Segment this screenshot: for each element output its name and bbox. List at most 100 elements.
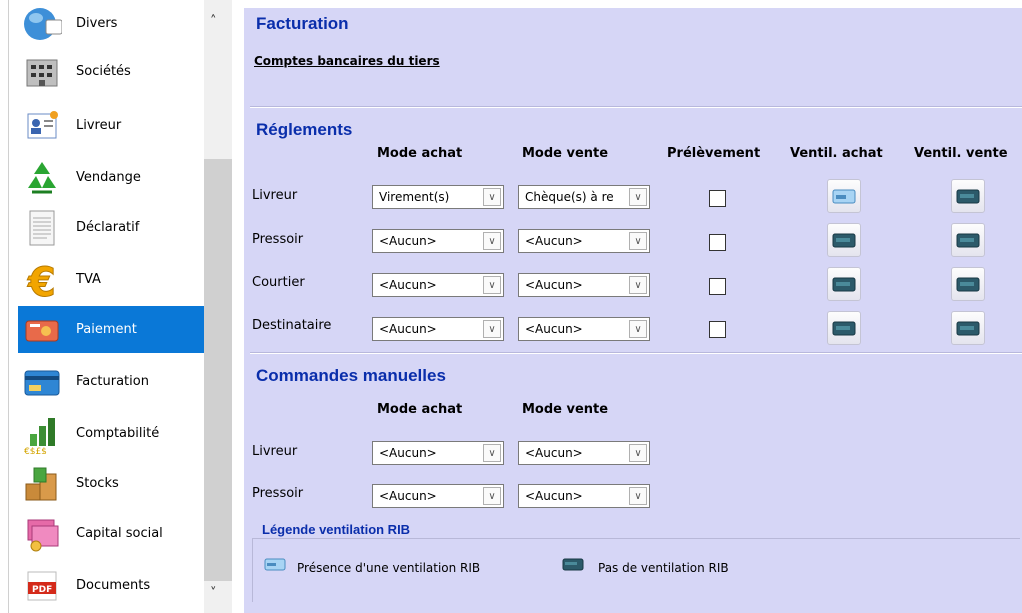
mode-achat-select[interactable]: <Aucun> ∨ [372, 441, 504, 465]
select-value: <Aucun> [379, 446, 437, 460]
select-value: <Aucun> [379, 278, 437, 292]
scroll-down-icon[interactable]: ˅ [210, 586, 217, 601]
scroll-up-icon[interactable]: ˄ [210, 14, 217, 29]
mode-achat-select[interactable]: <Aucun> ∨ [372, 229, 504, 253]
sidebar-item-label: Capital social [76, 526, 163, 541]
section-divider [250, 106, 1022, 108]
sidebar-item-documents[interactable]: PDF Documents [18, 562, 204, 609]
mode-vente-header: Mode vente [522, 402, 609, 417]
mode-achat-select[interactable]: <Aucun> ∨ [372, 484, 504, 508]
mode-vente-select[interactable]: Chèque(s) à re ∨ [518, 185, 650, 209]
sidebar-item-comptabilite[interactable]: €$£$ Comptabilité [18, 410, 204, 457]
ventil-vente-button[interactable] [951, 267, 985, 301]
sidebar-item-facturation[interactable]: Facturation [18, 358, 204, 405]
chevron-down-icon[interactable]: ∨ [483, 444, 501, 462]
sidebar-item-divers[interactable]: Divers [18, 0, 204, 47]
select-value: <Aucun> [379, 322, 437, 336]
sidebar-item-vendange[interactable]: Vendange [18, 154, 204, 201]
legend-title: Légende ventilation RIB [258, 522, 415, 537]
prelevement-checkbox[interactable] [709, 278, 726, 295]
person-card-icon [20, 106, 64, 146]
rib-absence-icon [562, 558, 584, 571]
mode-achat-select[interactable]: Virement(s) ∨ [372, 185, 504, 209]
ventil-vente-button[interactable] [951, 179, 985, 213]
reglements-title: Réglements [256, 120, 353, 139]
sidebar-item-declaratif[interactable]: Déclaratif [18, 204, 204, 251]
rib-absence-icon [832, 277, 856, 292]
rib-presence-icon [832, 189, 856, 204]
facturation-title: Facturation [256, 14, 349, 33]
chevron-down-icon[interactable]: ∨ [483, 232, 501, 250]
sidebar-item-capital-social[interactable]: Capital social [18, 510, 204, 557]
rib-presence-icon [264, 558, 286, 571]
bank-accounts-link[interactable]: Comptes bancaires du tiers [254, 54, 440, 68]
chart-coins-icon: €$£$ [20, 414, 64, 454]
row-label-courtier: Courtier [252, 275, 305, 290]
sidebar-item-livreur[interactable]: Livreur [18, 102, 204, 149]
sidebar-item-paiement[interactable]: Paiement [18, 306, 204, 353]
svg-text:€: € [27, 260, 56, 300]
select-value: <Aucun> [525, 322, 583, 336]
sidebar-item-tva[interactable]: € TVA [18, 256, 204, 303]
chevron-down-icon[interactable]: ∨ [483, 320, 501, 338]
chevron-down-icon[interactable]: ∨ [629, 188, 647, 206]
chevron-down-icon[interactable]: ∨ [629, 444, 647, 462]
mode-vente-select[interactable]: <Aucun> ∨ [518, 441, 650, 465]
ventil-vente-button[interactable] [951, 223, 985, 257]
sidebar-item-stocks[interactable]: Stocks [18, 460, 204, 507]
commandes-title: Commandes manuelles [256, 366, 446, 385]
chevron-down-icon[interactable]: ∨ [483, 487, 501, 505]
billing-card-icon [20, 362, 64, 402]
prelevement-checkbox[interactable] [709, 190, 726, 207]
sidebar-item-label: Vendange [76, 170, 141, 185]
select-value: <Aucun> [525, 278, 583, 292]
scrollbar-thumb[interactable] [204, 159, 232, 581]
rib-absence-icon [956, 189, 980, 204]
legend-presence-text: Présence d'une ventilation RIB [297, 561, 481, 575]
chevron-down-icon[interactable]: ∨ [483, 188, 501, 206]
credit-card-icon [20, 310, 64, 350]
rib-absence-icon [956, 321, 980, 336]
mode-vente-header: Mode vente [522, 146, 609, 161]
rib-absence-icon [956, 233, 980, 248]
legend-absence-text: Pas de ventilation RIB [598, 561, 729, 575]
svg-text:€$£$: €$£$ [24, 447, 47, 454]
ventil-achat-button[interactable] [827, 223, 861, 257]
mode-vente-select[interactable]: <Aucun> ∨ [518, 317, 650, 341]
chevron-down-icon[interactable]: ∨ [629, 487, 647, 505]
section-divider [250, 352, 1022, 354]
money-icon [20, 514, 64, 554]
chevron-down-icon[interactable]: ∨ [629, 320, 647, 338]
row-label-livreur: Livreur [252, 444, 298, 459]
mode-achat-header: Mode achat [377, 146, 463, 161]
mode-vente-select[interactable]: <Aucun> ∨ [518, 484, 650, 508]
mode-achat-select[interactable]: <Aucun> ∨ [372, 317, 504, 341]
rib-absence-icon [956, 277, 980, 292]
chevron-down-icon[interactable]: ∨ [629, 232, 647, 250]
chevron-down-icon[interactable]: ∨ [483, 276, 501, 294]
sidebar-item-societes[interactable]: Sociétés [18, 48, 204, 95]
ventil-achat-button[interactable] [827, 179, 861, 213]
rib-absence-icon [832, 321, 856, 336]
mode-vente-select[interactable]: <Aucun> ∨ [518, 273, 650, 297]
mode-vente-select[interactable]: <Aucun> ∨ [518, 229, 650, 253]
prelevement-checkbox[interactable] [709, 234, 726, 251]
ventil-vente-button[interactable] [951, 311, 985, 345]
ventil-achat-button[interactable] [827, 267, 861, 301]
row-label-pressoir: Pressoir [252, 232, 304, 247]
ventil-achat-button[interactable] [827, 311, 861, 345]
sidebar-item-label: Stocks [76, 476, 119, 491]
mode-achat-select[interactable]: <Aucun> ∨ [372, 273, 504, 297]
chevron-down-icon[interactable]: ∨ [629, 276, 647, 294]
building-icon [20, 52, 64, 92]
sidebar-border [8, 0, 9, 613]
sidebar-item-label: Comptabilité [76, 426, 160, 441]
prelevement-checkbox[interactable] [709, 321, 726, 338]
sidebar-scrollbar[interactable]: ˄ ˅ [204, 0, 232, 613]
mode-achat-header: Mode achat [377, 402, 463, 417]
sidebar-item-label: Divers [76, 16, 118, 31]
sidebar-item-label: Déclaratif [76, 220, 140, 235]
prelevement-header: Prélèvement [667, 146, 761, 161]
sidebar-item-label: Sociétés [76, 64, 131, 79]
svg-text:PDF: PDF [32, 585, 52, 595]
